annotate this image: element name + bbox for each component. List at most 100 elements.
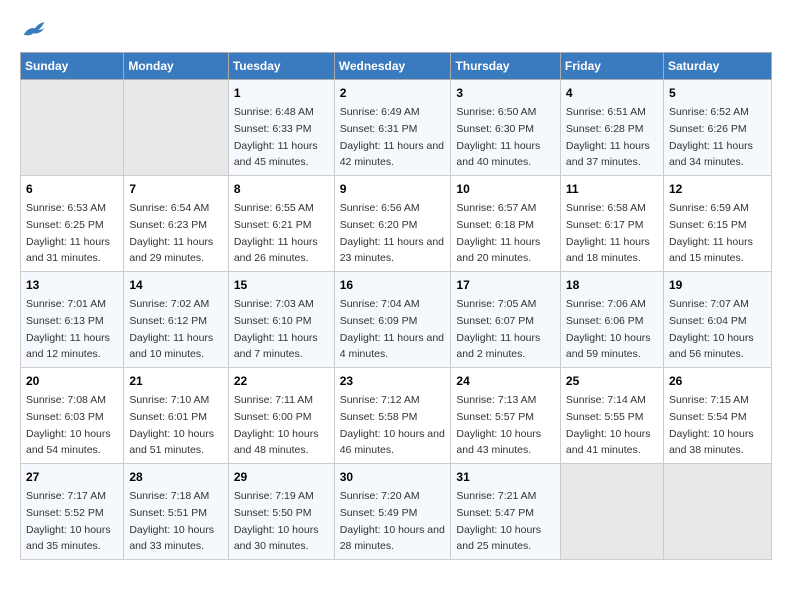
calendar-day-cell: 19Sunrise: 7:07 AM Sunset: 6:04 PM Dayli… bbox=[663, 272, 771, 368]
day-info: Sunrise: 7:19 AM Sunset: 5:50 PM Dayligh… bbox=[234, 490, 319, 552]
day-info: Sunrise: 7:21 AM Sunset: 5:47 PM Dayligh… bbox=[456, 490, 541, 552]
logo bbox=[20, 20, 46, 36]
calendar-col-header: Wednesday bbox=[334, 53, 451, 80]
page-header bbox=[20, 20, 772, 36]
calendar-day-cell: 5 Sunrise: 6:52 AM Sunset: 6:26 PM Daylig… bbox=[663, 80, 771, 176]
calendar-day-cell bbox=[663, 464, 771, 560]
day-info: Sunrise: 7:20 AM Sunset: 5:49 PM Dayligh… bbox=[340, 490, 445, 552]
day-info: Sunrise: 6:51 AM Sunset: 6:28 PM Dayligh… bbox=[566, 106, 650, 168]
day-number: 14 bbox=[129, 276, 222, 294]
calendar-day-cell: 13 Sunrise: 7:01 AM Sunset: 6:13 PM Dayli… bbox=[21, 272, 124, 368]
day-number: 10 bbox=[456, 180, 555, 198]
day-number: 21 bbox=[129, 372, 222, 390]
calendar-week-row: 13 Sunrise: 7:01 AM Sunset: 6:13 PM Dayli… bbox=[21, 272, 772, 368]
calendar-day-cell: 16 Sunrise: 7:04 AM Sunset: 6:09 PM Dayli… bbox=[334, 272, 451, 368]
day-info: Sunrise: 7:01 AM Sunset: 6:13 PM Dayligh… bbox=[26, 298, 110, 360]
day-info: Sunrise: 6:54 AM Sunset: 6:23 PM Dayligh… bbox=[129, 202, 213, 264]
day-number: 1 bbox=[234, 84, 329, 102]
day-info: Sunrise: 6:58 AM Sunset: 6:17 PM Dayligh… bbox=[566, 202, 650, 264]
calendar-header-row: SundayMondayTuesdayWednesdayThursdayFrid… bbox=[21, 53, 772, 80]
calendar-day-cell bbox=[21, 80, 124, 176]
day-info: Sunrise: 6:48 AM Sunset: 6:33 PM Dayligh… bbox=[234, 106, 318, 168]
day-info: Sunrise: 7:10 AM Sunset: 6:01 PM Dayligh… bbox=[129, 394, 214, 456]
calendar-day-cell: 14Sunrise: 7:02 AM Sunset: 6:12 PM Dayli… bbox=[124, 272, 228, 368]
day-number: 22 bbox=[234, 372, 329, 390]
day-number: 9 bbox=[340, 180, 446, 198]
calendar-week-row: 1 Sunrise: 6:48 AM Sunset: 6:33 PM Daylig… bbox=[21, 80, 772, 176]
day-number: 29 bbox=[234, 468, 329, 486]
day-number: 17 bbox=[456, 276, 555, 294]
day-number: 6 bbox=[26, 180, 118, 198]
calendar-day-cell: 8 Sunrise: 6:55 AM Sunset: 6:21 PM Daylig… bbox=[228, 176, 334, 272]
day-number: 13 bbox=[26, 276, 118, 294]
day-number: 28 bbox=[129, 468, 222, 486]
day-info: Sunrise: 6:56 AM Sunset: 6:20 PM Dayligh… bbox=[340, 202, 444, 264]
day-number: 23 bbox=[340, 372, 446, 390]
day-info: Sunrise: 7:06 AM Sunset: 6:06 PM Dayligh… bbox=[566, 298, 651, 360]
day-info: Sunrise: 7:03 AM Sunset: 6:10 PM Dayligh… bbox=[234, 298, 318, 360]
calendar-day-cell: 17 Sunrise: 7:05 AM Sunset: 6:07 PM Dayli… bbox=[451, 272, 561, 368]
day-info: Sunrise: 7:04 AM Sunset: 6:09 PM Dayligh… bbox=[340, 298, 444, 360]
day-number: 5 bbox=[669, 84, 766, 102]
day-info: Sunrise: 7:05 AM Sunset: 6:07 PM Dayligh… bbox=[456, 298, 540, 360]
day-info: Sunrise: 6:49 AM Sunset: 6:31 PM Dayligh… bbox=[340, 106, 444, 168]
day-info: Sunrise: 7:08 AM Sunset: 6:03 PM Dayligh… bbox=[26, 394, 111, 456]
calendar-col-header: Monday bbox=[124, 53, 228, 80]
calendar-day-cell: 4 Sunrise: 6:51 AM Sunset: 6:28 PM Daylig… bbox=[560, 80, 663, 176]
calendar-day-cell: 6 Sunrise: 6:53 AM Sunset: 6:25 PM Daylig… bbox=[21, 176, 124, 272]
calendar-col-header: Tuesday bbox=[228, 53, 334, 80]
calendar-day-cell: 23 Sunrise: 7:12 AM Sunset: 5:58 PM Dayli… bbox=[334, 368, 451, 464]
calendar-table: SundayMondayTuesdayWednesdayThursdayFrid… bbox=[20, 52, 772, 560]
day-info: Sunrise: 7:18 AM Sunset: 5:51 PM Dayligh… bbox=[129, 490, 214, 552]
calendar-day-cell: 30 Sunrise: 7:20 AM Sunset: 5:49 PM Dayli… bbox=[334, 464, 451, 560]
day-info: Sunrise: 7:17 AM Sunset: 5:52 PM Dayligh… bbox=[26, 490, 111, 552]
day-number: 20 bbox=[26, 372, 118, 390]
calendar-day-cell: 1 Sunrise: 6:48 AM Sunset: 6:33 PM Daylig… bbox=[228, 80, 334, 176]
calendar-body: 1 Sunrise: 6:48 AM Sunset: 6:33 PM Daylig… bbox=[21, 80, 772, 560]
calendar-day-cell: 21 Sunrise: 7:10 AM Sunset: 6:01 PM Dayli… bbox=[124, 368, 228, 464]
day-number: 16 bbox=[340, 276, 446, 294]
day-number: 27 bbox=[26, 468, 118, 486]
calendar-day-cell: 26 Sunrise: 7:15 AM Sunset: 5:54 PM Dayli… bbox=[663, 368, 771, 464]
day-number: 31 bbox=[456, 468, 555, 486]
calendar-day-cell: 11 Sunrise: 6:58 AM Sunset: 6:17 PM Dayli… bbox=[560, 176, 663, 272]
calendar-day-cell: 29 Sunrise: 7:19 AM Sunset: 5:50 PM Dayli… bbox=[228, 464, 334, 560]
calendar-day-cell: 18Sunrise: 7:06 AM Sunset: 6:06 PM Dayli… bbox=[560, 272, 663, 368]
day-number: 7 bbox=[129, 180, 222, 198]
day-info: Sunrise: 6:52 AM Sunset: 6:26 PM Dayligh… bbox=[669, 106, 753, 168]
calendar-day-cell bbox=[124, 80, 228, 176]
day-info: Sunrise: 7:11 AM Sunset: 6:00 PM Dayligh… bbox=[234, 394, 319, 456]
day-info: Sunrise: 6:59 AM Sunset: 6:15 PM Dayligh… bbox=[669, 202, 753, 264]
calendar-day-cell: 24Sunrise: 7:13 AM Sunset: 5:57 PM Dayli… bbox=[451, 368, 561, 464]
day-number: 30 bbox=[340, 468, 446, 486]
calendar-col-header: Thursday bbox=[451, 53, 561, 80]
day-number: 4 bbox=[566, 84, 658, 102]
calendar-week-row: 27 Sunrise: 7:17 AM Sunset: 5:52 PM Dayli… bbox=[21, 464, 772, 560]
day-info: Sunrise: 7:15 AM Sunset: 5:54 PM Dayligh… bbox=[669, 394, 754, 456]
calendar-day-cell: 20 Sunrise: 7:08 AM Sunset: 6:03 PM Dayli… bbox=[21, 368, 124, 464]
day-number: 15 bbox=[234, 276, 329, 294]
day-number: 11 bbox=[566, 180, 658, 198]
calendar-col-header: Saturday bbox=[663, 53, 771, 80]
calendar-day-cell: 12 Sunrise: 6:59 AM Sunset: 6:15 PM Dayli… bbox=[663, 176, 771, 272]
calendar-day-cell: 7 Sunrise: 6:54 AM Sunset: 6:23 PM Daylig… bbox=[124, 176, 228, 272]
day-info: Sunrise: 7:12 AM Sunset: 5:58 PM Dayligh… bbox=[340, 394, 445, 456]
logo-bird-icon bbox=[22, 20, 46, 40]
calendar-day-cell: 22 Sunrise: 7:11 AM Sunset: 6:00 PM Dayli… bbox=[228, 368, 334, 464]
day-number: 26 bbox=[669, 372, 766, 390]
day-number: 19 bbox=[669, 276, 766, 294]
day-info: Sunrise: 6:53 AM Sunset: 6:25 PM Dayligh… bbox=[26, 202, 110, 264]
day-number: 8 bbox=[234, 180, 329, 198]
calendar-day-cell bbox=[560, 464, 663, 560]
calendar-day-cell: 31 Sunrise: 7:21 AM Sunset: 5:47 PM Dayli… bbox=[451, 464, 561, 560]
calendar-day-cell: 25Sunrise: 7:14 AM Sunset: 5:55 PM Dayli… bbox=[560, 368, 663, 464]
calendar-day-cell: 27 Sunrise: 7:17 AM Sunset: 5:52 PM Dayli… bbox=[21, 464, 124, 560]
day-number: 2 bbox=[340, 84, 446, 102]
day-number: 3 bbox=[456, 84, 555, 102]
day-info: Sunrise: 6:50 AM Sunset: 6:30 PM Dayligh… bbox=[456, 106, 540, 168]
day-info: Sunrise: 6:55 AM Sunset: 6:21 PM Dayligh… bbox=[234, 202, 318, 264]
day-info: Sunrise: 7:14 AM Sunset: 5:55 PM Dayligh… bbox=[566, 394, 651, 456]
calendar-day-cell: 28 Sunrise: 7:18 AM Sunset: 5:51 PM Dayli… bbox=[124, 464, 228, 560]
calendar-col-header: Friday bbox=[560, 53, 663, 80]
day-number: 12 bbox=[669, 180, 766, 198]
